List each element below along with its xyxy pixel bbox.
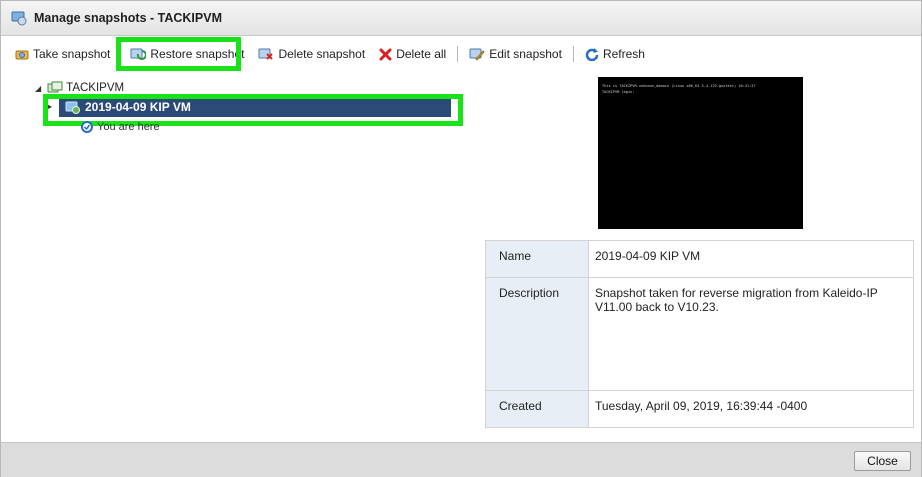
delete-all-label: Delete all (396, 47, 447, 61)
toolbar-separator (457, 46, 459, 62)
details-row-name: Name 2019-04-09 KIP VM (485, 240, 914, 278)
delete-all-button[interactable]: Delete all (375, 43, 450, 65)
dialog-title: Manage snapshots - TACKIPVM (34, 11, 222, 25)
dialog-footer: Close (1, 442, 921, 477)
current-state-icon (81, 121, 93, 133)
toolbar-separator (572, 46, 574, 62)
close-button[interactable]: Close (854, 451, 911, 471)
console-line: TACKIPVM login: (602, 90, 635, 94)
virtual-machine-icon (47, 81, 63, 93)
take-snapshot-label: Take snapshot (33, 47, 111, 61)
refresh-label: Refresh (602, 47, 645, 61)
delete-x-icon (379, 48, 392, 60)
manage-snapshots-dialog: Manage snapshots - TACKIPVM Take snapsho… (0, 0, 922, 477)
snapshot-details-table: Name 2019-04-09 KIP VM Description Snaps… (485, 240, 914, 428)
edit-snapshot-icon (469, 48, 485, 61)
snapshot-node-label: 2019-04-09 KIP VM (85, 100, 191, 114)
toolbar: Take snapshot Restore snapshot Delete sn… (1, 36, 921, 72)
delete-snapshot-icon (258, 48, 274, 60)
restore-snapshot-icon (130, 48, 147, 60)
snapshot-manager-icon (11, 11, 27, 26)
tree-root-label: TACKIPVM (66, 82, 125, 94)
edit-snapshot-label: Edit snapshot (489, 47, 562, 61)
delete-snapshot-button[interactable]: Delete snapshot (254, 43, 369, 65)
refresh-button[interactable]: Refresh (581, 43, 649, 65)
details-row-description: Description Snapshot taken for reverse m… (485, 277, 914, 391)
name-key: Name (485, 240, 589, 278)
snapshot-node-selected[interactable]: ▶ 2019-04-09 KIP VM (46, 97, 451, 117)
created-value: Tuesday, April 09, 2019, 16:39:44 -0400 (588, 390, 914, 428)
snapshot-icon (65, 101, 80, 114)
tree-root-node[interactable]: ◢ TACKIPVM (35, 79, 124, 97)
description-value: Snapshot taken for reverse migration fro… (588, 277, 914, 391)
created-key: Created (485, 390, 589, 428)
restore-snapshot-button[interactable]: Restore snapshot (126, 43, 248, 65)
expand-arrow-icon[interactable]: ▶ (46, 102, 52, 111)
snapshot-tree: ◢ TACKIPVM ▶ 2019-04-09 KIP VM (1, 73, 471, 373)
you-are-here-node[interactable]: You are here (81, 121, 160, 133)
title-bar: Manage snapshots - TACKIPVM (1, 1, 921, 36)
description-key: Description (485, 277, 589, 391)
name-value: 2019-04-09 KIP VM (588, 240, 914, 278)
restore-snapshot-label: Restore snapshot (150, 47, 245, 61)
take-snapshot-button[interactable]: Take snapshot (11, 43, 114, 65)
collapse-arrow-icon[interactable]: ◢ (35, 84, 41, 93)
details-row-created: Created Tuesday, April 09, 2019, 16:39:4… (485, 390, 914, 428)
console-preview: This is TACKIPVM.unknown_domain (Linux x… (598, 77, 803, 229)
refresh-icon (585, 48, 599, 61)
camera-icon (15, 50, 29, 60)
edit-snapshot-button[interactable]: Edit snapshot (465, 43, 566, 65)
you-are-here-label: You are here (97, 121, 160, 133)
delete-snapshot-label: Delete snapshot (278, 47, 366, 61)
